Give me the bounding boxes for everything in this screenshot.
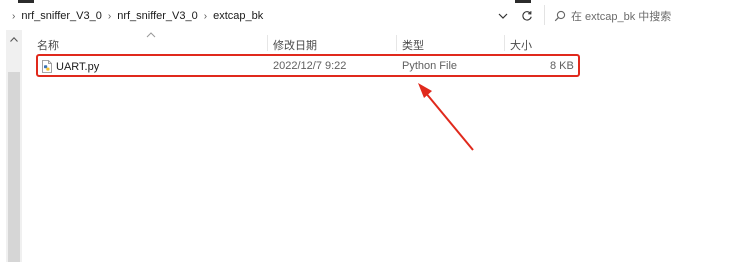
caret-up-icon bbox=[10, 36, 18, 42]
column-divider[interactable] bbox=[267, 35, 268, 51]
column-header-type[interactable]: 类型 bbox=[402, 37, 424, 53]
file-type: Python File bbox=[402, 60, 458, 72]
python-file-icon bbox=[42, 60, 52, 73]
window-edge-mark bbox=[18, 0, 34, 3]
column-header-name[interactable]: 名称 bbox=[37, 37, 59, 53]
history-dropdown-button[interactable] bbox=[496, 9, 510, 23]
file-row[interactable]: UART.py 2022/12/7 9:22 Python File 8 KB bbox=[36, 54, 580, 77]
chevron-right-icon: › bbox=[12, 10, 16, 22]
column-headers: 名称 修改日期 类型 大小 bbox=[28, 32, 753, 53]
breadcrumb-item[interactable]: nrf_sniffer_V3_0 bbox=[21, 10, 102, 22]
file-size: 8 KB bbox=[550, 60, 574, 72]
column-header-modified[interactable]: 修改日期 bbox=[273, 37, 317, 53]
search-input[interactable]: 在 extcap_bk 中搜索 bbox=[571, 8, 671, 24]
sort-ascending-icon bbox=[146, 32, 156, 38]
column-divider[interactable] bbox=[504, 35, 505, 51]
column-divider[interactable] bbox=[396, 35, 397, 51]
window-edge-mark bbox=[515, 0, 531, 3]
chevron-down-icon bbox=[498, 13, 508, 19]
chevron-right-icon: › bbox=[203, 10, 208, 22]
breadcrumb: › nrf_sniffer_V3_0 › nrf_sniffer_V3_0 › … bbox=[6, 9, 263, 23]
scroll-up-button[interactable] bbox=[6, 34, 22, 44]
refresh-button[interactable] bbox=[519, 9, 535, 23]
column-header-size[interactable]: 大小 bbox=[510, 37, 532, 53]
file-name-cell: UART.py bbox=[42, 60, 99, 73]
file-name: UART.py bbox=[56, 60, 100, 73]
search-icon bbox=[549, 10, 571, 22]
chevron-right-icon: › bbox=[107, 10, 112, 22]
search-box[interactable]: 在 extcap_bk 中搜索 bbox=[549, 6, 753, 26]
scrollbar-thumb[interactable] bbox=[8, 72, 20, 262]
breadcrumb-item[interactable]: extcap_bk bbox=[213, 10, 263, 22]
refresh-icon bbox=[522, 11, 532, 21]
vertical-scrollbar[interactable] bbox=[6, 30, 22, 262]
file-modified: 2022/12/7 9:22 bbox=[273, 60, 347, 72]
address-divider bbox=[544, 5, 545, 25]
address-bar: › nrf_sniffer_V3_0 › nrf_sniffer_V3_0 › … bbox=[0, 0, 753, 30]
breadcrumb-item[interactable]: nrf_sniffer_V3_0 bbox=[117, 10, 198, 22]
